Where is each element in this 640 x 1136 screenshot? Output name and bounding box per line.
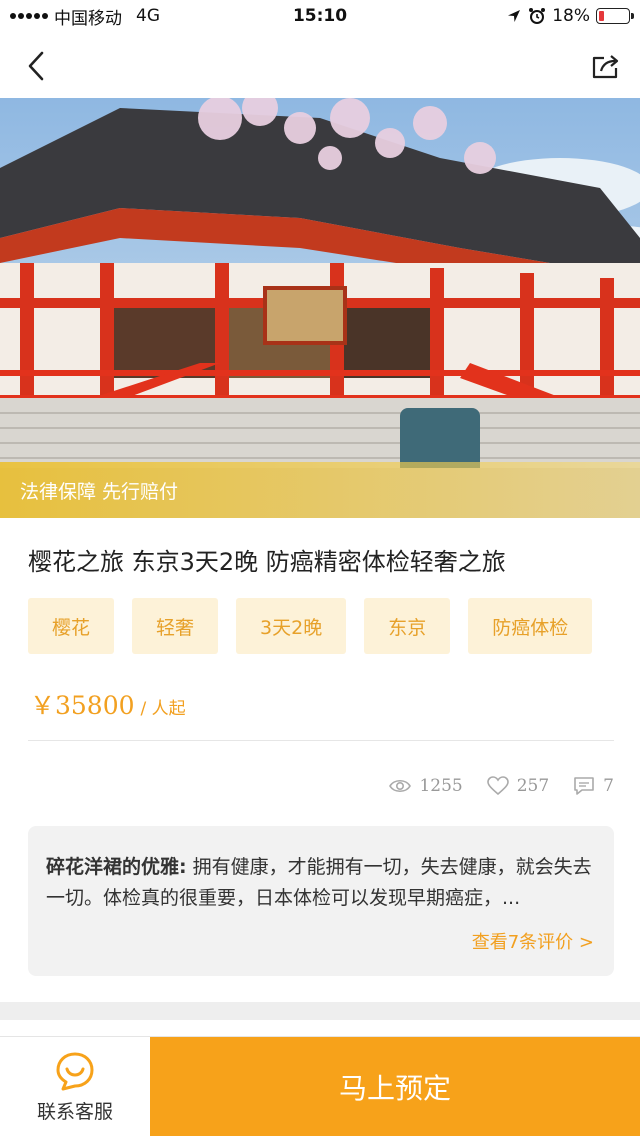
status-bar: 中国移动 4G 15:10 18% [0, 0, 640, 32]
likes-stat[interactable]: 257 [486, 776, 550, 796]
price-value: ￥35800 [30, 691, 135, 720]
back-button[interactable] [16, 46, 56, 86]
battery-icon [596, 8, 634, 24]
comments-count: 7 [603, 776, 614, 796]
signal-icon [10, 13, 48, 19]
heart-icon [486, 776, 509, 796]
service-label: 联系客服 [36, 1100, 113, 1123]
review-card[interactable]: 碎花洋裙的优雅: 拥有健康，才能拥有一切，失去健康，就会失去一切。体检真的很重要… [28, 826, 614, 976]
review-text: 碎花洋裙的优雅: 拥有健康，才能拥有一切，失去健康，就会失去一切。体检真的很重要… [46, 852, 594, 914]
chevron-left-icon [28, 51, 44, 81]
bottom-bar: 联系客服 马上预定 [0, 1036, 640, 1136]
tag-item[interactable]: 樱花 [28, 598, 115, 654]
book-now-button[interactable]: 马上预定 [150, 1037, 640, 1136]
tag-item[interactable]: 东京 [364, 598, 451, 654]
battery-percent: 18% [552, 6, 590, 26]
customer-service-button[interactable]: 联系客服 [0, 1037, 150, 1136]
shrine-illustration [0, 98, 640, 518]
views-count: 1255 [419, 776, 463, 796]
section-separator [0, 1002, 640, 1020]
network-label: 4G [136, 6, 160, 26]
likes-count: 257 [516, 776, 550, 796]
status-right: 18% [506, 6, 634, 26]
tag-item[interactable]: 轻奢 [132, 598, 219, 654]
hero-image: 法律保障 先行赔付 [0, 98, 640, 518]
guarantee-banner: 法律保障 先行赔付 [0, 462, 640, 518]
price-row: ￥35800 / 人起 [30, 686, 186, 722]
share-icon [592, 55, 619, 79]
share-button[interactable] [586, 46, 626, 86]
tag-list: 樱花 轻奢 3天2晚 东京 防癌体检 [28, 598, 593, 654]
comment-icon [574, 777, 594, 795]
stats-row: 1255 257 7 [389, 776, 614, 796]
eye-icon [389, 779, 412, 793]
product-title: 樱花之旅 东京3天2晚 防癌精密体检轻奢之旅 [28, 548, 506, 576]
status-left: 中国移动 4G [10, 4, 160, 29]
price-unit: / 人起 [140, 699, 186, 719]
alarm-icon [529, 8, 546, 24]
smiley-chat-icon [56, 1052, 94, 1090]
location-icon [508, 10, 521, 22]
views-stat: 1255 [389, 776, 463, 796]
review-author: 碎花洋裙的优雅: [46, 856, 187, 878]
view-reviews-link[interactable]: 查看7条评价 > [472, 928, 594, 954]
tag-item[interactable]: 防癌体检 [468, 598, 593, 654]
divider [28, 740, 614, 741]
comments-stat[interactable]: 7 [573, 776, 614, 796]
carrier-label: 中国移动 [54, 8, 122, 29]
nav-bar [0, 32, 640, 98]
tag-item[interactable]: 3天2晚 [236, 598, 347, 654]
